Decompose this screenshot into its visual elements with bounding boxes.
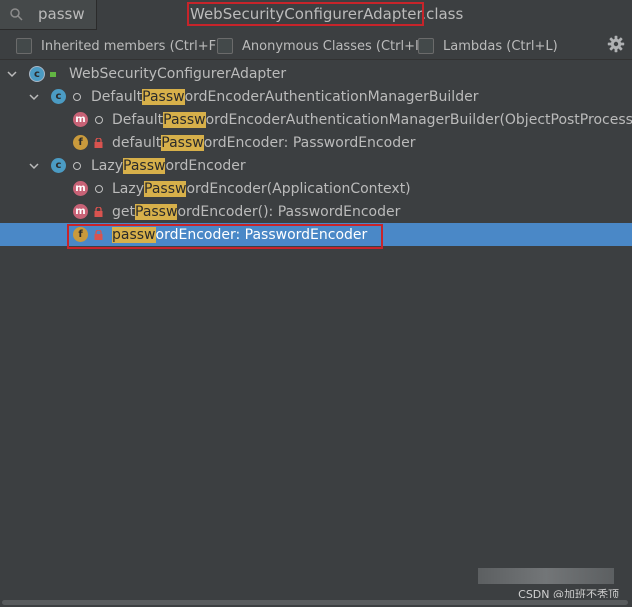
leaf-icon: [48, 62, 58, 85]
method-icon: m: [73, 204, 88, 219]
class-icon: c: [29, 66, 45, 82]
lambdas-label: Lambdas (Ctrl+L): [443, 38, 558, 54]
tree-label: Lazy Passw ordEncoder: [91, 157, 246, 174]
title-class-name: WebSecurityConfigurerAdapter: [186, 2, 425, 26]
inherited-members-checkbox[interactable]: Inherited members (Ctrl+F3): [16, 37, 230, 55]
tree-row-method[interactable]: m get Passw ordEncoder(): PasswordEncoder: [0, 200, 632, 223]
horizontal-scrollbar[interactable]: [0, 598, 632, 607]
search-query[interactable]: passw: [38, 5, 85, 23]
tree-label: Default Passw ordEncoderAuthenticationMana…: [112, 111, 632, 128]
anonymous-classes-label: Anonymous Classes (Ctrl+I): [242, 38, 424, 54]
anonymous-classes-checkbox[interactable]: Anonymous Classes (Ctrl+I): [217, 37, 424, 55]
chevron-down-icon[interactable]: [6, 62, 18, 85]
scrollbar-thumb[interactable]: [2, 600, 628, 605]
tree-label: WebSecurityConfigurerAdapter: [69, 65, 287, 82]
inherited-members-label: Inherited members (Ctrl+F3): [41, 38, 230, 54]
checkbox-box[interactable]: [217, 38, 233, 54]
title-suffix: .class: [421, 5, 464, 23]
method-icon: m: [73, 181, 88, 196]
tree-label: Default Passw ordEncoderAuthenticationMana…: [91, 88, 479, 105]
tree-row-class[interactable]: c Lazy Passw ordEncoder: [0, 154, 632, 177]
visibility-icon: [95, 185, 103, 193]
lock-icon: [94, 200, 103, 223]
tree-row-field[interactable]: f default Passw ordEncoder: PasswordEncode…: [0, 131, 632, 154]
visibility-icon: [73, 93, 81, 101]
search-field[interactable]: passw: [0, 0, 97, 30]
tree-row-constructor[interactable]: m Lazy Passw ordEncoder(ApplicationContext…: [0, 177, 632, 200]
tree-label: passw ordEncoder: PasswordEncoder: [112, 226, 368, 243]
class-icon: c: [51, 89, 66, 104]
blurred-region: [478, 568, 614, 584]
tree-row-class[interactable]: c Default Passw ordEncoderAuthenticationMa…: [0, 85, 632, 108]
tree-label: default Passw ordEncoder: PasswordEncoder: [112, 134, 416, 151]
class-icon: c: [51, 158, 66, 173]
checkbox-box[interactable]: [16, 38, 32, 54]
search-icon: [10, 8, 23, 21]
lock-icon: [94, 131, 103, 154]
method-icon: m: [73, 112, 88, 127]
field-icon: f: [73, 135, 88, 150]
visibility-icon: [73, 162, 81, 170]
tree-label: get Passw ordEncoder(): PasswordEncoder: [112, 203, 401, 220]
tree-row-constructor[interactable]: m Default Passw ordEncoderAuthenticationMa…: [0, 108, 632, 131]
gear-icon[interactable]: [607, 35, 625, 53]
lock-icon: [94, 223, 103, 246]
filter-toolbar: Inherited members (Ctrl+F3) Anonymous Cl…: [0, 31, 632, 60]
popup-title: WebSecurityConfigurerAdapter.class: [186, 2, 464, 26]
tree-row-field-selected[interactable]: f passw ordEncoder: PasswordEncoder: [0, 223, 632, 246]
visibility-icon: [95, 116, 103, 124]
checkbox-box[interactable]: [418, 38, 434, 54]
field-icon: f: [73, 227, 88, 242]
chevron-down-icon[interactable]: [28, 85, 40, 108]
tree-label: Lazy Passw ordEncoder(ApplicationContext): [112, 180, 411, 197]
popup-header: passw WebSecurityConfigurerAdapter.class: [0, 0, 632, 30]
chevron-down-icon[interactable]: [28, 154, 40, 177]
lambdas-checkbox[interactable]: Lambdas (Ctrl+L): [418, 37, 558, 55]
tree-row-root[interactable]: c WebSecurityConfigurerAdapter: [0, 62, 632, 85]
